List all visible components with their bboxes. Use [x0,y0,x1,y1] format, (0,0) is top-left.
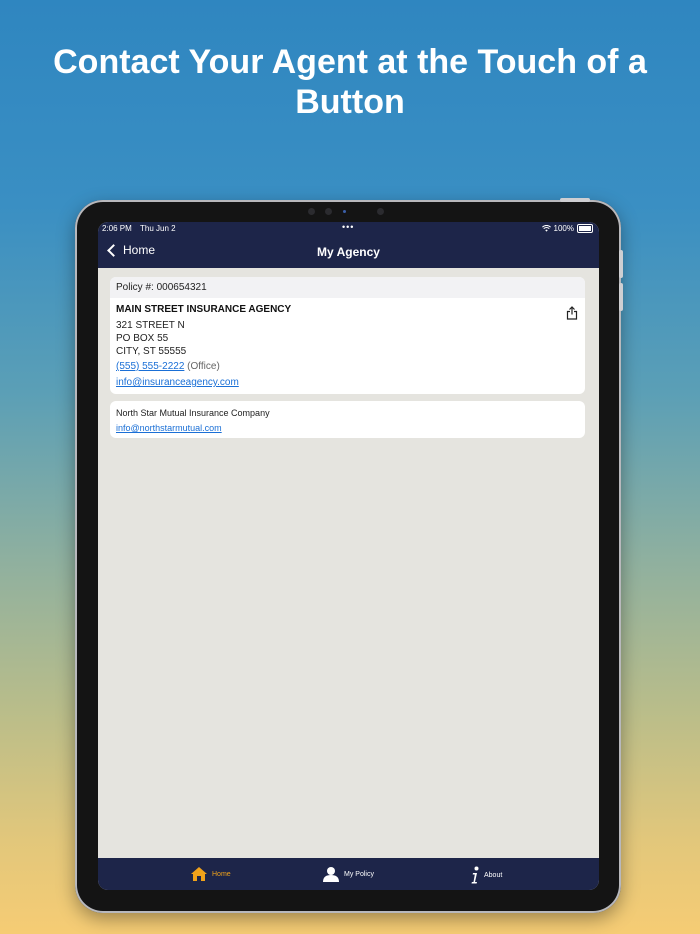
agency-email-link[interactable]: info@insuranceagency.com [116,377,239,388]
email-row: info@insuranceagency.com [116,377,239,388]
phone-row: (555) 555-2222 (Office) [116,361,220,372]
camera-bar [303,205,393,217]
address-line-3: CITY, ST 55555 [116,346,187,357]
share-icon[interactable] [566,306,578,320]
tab-about-label: About [484,871,503,879]
agency-phone-link[interactable]: (555) 555-2222 [116,361,184,372]
status-date: Thu Jun 2 [140,224,176,233]
battery-percent: 100% [553,224,574,233]
tab-my-policy-label: My Policy [344,870,374,878]
status-time: 2:06 PM [102,224,132,233]
phone-type: (Office) [187,361,220,372]
battery-icon [577,224,593,233]
agency-name: MAIN STREET INSURANCE AGENCY [116,304,292,315]
company-email-row: info@northstarmutual.com [116,423,222,433]
company-card: North Star Mutual Insurance Company info… [110,401,585,438]
company-name: North Star Mutual Insurance Company [116,408,270,418]
indicator-icon [343,210,346,213]
volume-button [619,250,623,278]
status-bar: 2:06 PM Thu Jun 2 ••• 100% [98,222,599,236]
company-email-link[interactable]: info@northstarmutual.com [116,423,222,433]
tab-bar: Home My Policy About [98,858,599,890]
sensor-icon [377,208,384,215]
power-button [560,198,590,202]
camera-icon [325,208,332,215]
app-screen: 2:06 PM Thu Jun 2 ••• 100% Home My Agenc… [98,222,599,890]
home-icon [191,867,207,881]
volume-button-2 [619,283,623,311]
address-line-2: PO BOX 55 [116,333,169,344]
policy-number: Policy #: 000654321 [110,277,585,298]
info-icon [471,866,479,884]
status-right: 100% [541,224,593,233]
wifi-icon [541,225,551,232]
multitask-dots-icon[interactable]: ••• [342,222,354,232]
navigation-bar: Home My Agency [98,236,599,268]
agency-card: Policy #: 000654321 MAIN STREET INSURANC… [110,277,585,394]
sensor-icon [308,208,315,215]
tab-home-label: Home [212,870,231,878]
tab-home[interactable]: Home [190,866,231,882]
tab-about[interactable]: About [470,866,502,884]
person-icon [323,867,339,882]
headline: Contact Your Agent at the Touch of a But… [53,43,647,121]
page-title: My Agency [317,245,380,259]
tab-my-policy[interactable]: My Policy [322,866,374,882]
address-line-1: 321 STREET N [116,320,185,331]
